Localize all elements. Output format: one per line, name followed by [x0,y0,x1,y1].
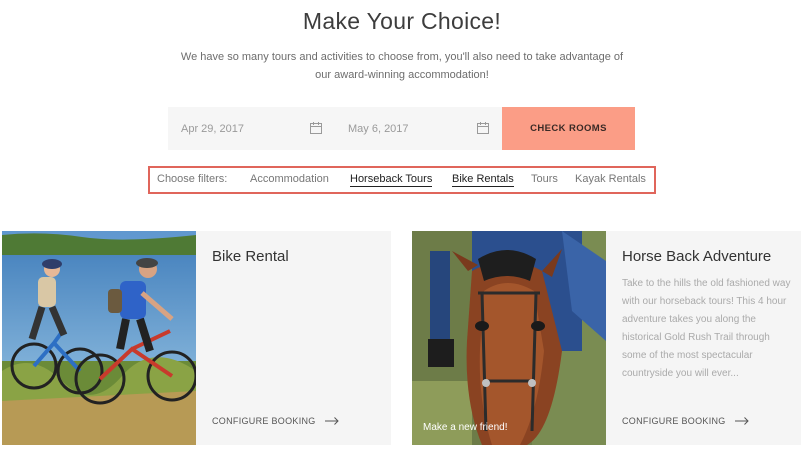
card-description: Take to the hills the old fashioned way … [622,278,791,379]
configure-booking-label: CONFIGURE BOOKING [212,416,316,426]
configure-booking-link[interactable]: CONFIGURE BOOKING [212,416,339,426]
arrow-right-icon [324,417,339,425]
image-caption: Make a new friend! [423,422,508,433]
filter-bike-rentals[interactable]: Bike Rentals [452,173,514,187]
date-to-field[interactable]: May 6, 2017 [335,107,502,150]
card-title: Bike Rental [212,248,289,265]
filter-horseback-tours[interactable]: Horseback Tours [350,173,433,187]
arrow-right-icon [734,417,749,425]
configure-booking-label: CONFIGURE BOOKING [622,416,726,426]
bike-rental-image[interactable] [2,231,196,445]
check-rooms-button[interactable]: CHECK ROOMS [502,107,635,150]
date-from-field[interactable]: Apr 29, 2017 [168,107,335,150]
calendar-icon [310,122,322,134]
date-to-value: May 6, 2017 [348,122,409,135]
filter-tours[interactable]: Tours [531,173,558,186]
page-title: Make Your Choice! [302,8,502,34]
date-from-value: Apr 29, 2017 [181,122,244,135]
tour-card-bike-rental: Bike Rental CONFIGURE BOOKING [2,231,391,445]
filter-label: Choose filters: [157,173,228,185]
page-subtitle: We have so many tours and activities to … [180,51,624,81]
card-title: Horse Back Adventure [622,248,772,265]
calendar-icon [477,122,489,134]
filter-accommodation[interactable]: Accommodation [250,173,329,186]
horse-back-image[interactable]: Make a new friend! [412,231,606,445]
configure-booking-link[interactable]: CONFIGURE BOOKING [622,416,749,426]
tour-card-horse-back-adventure: Make a new friend! Horse Back Adventure … [412,231,801,445]
filter-kayak-rentals[interactable]: Kayak Rentals [575,173,646,186]
filter-bar: Choose filters: Accommodation Horseback … [148,166,656,194]
